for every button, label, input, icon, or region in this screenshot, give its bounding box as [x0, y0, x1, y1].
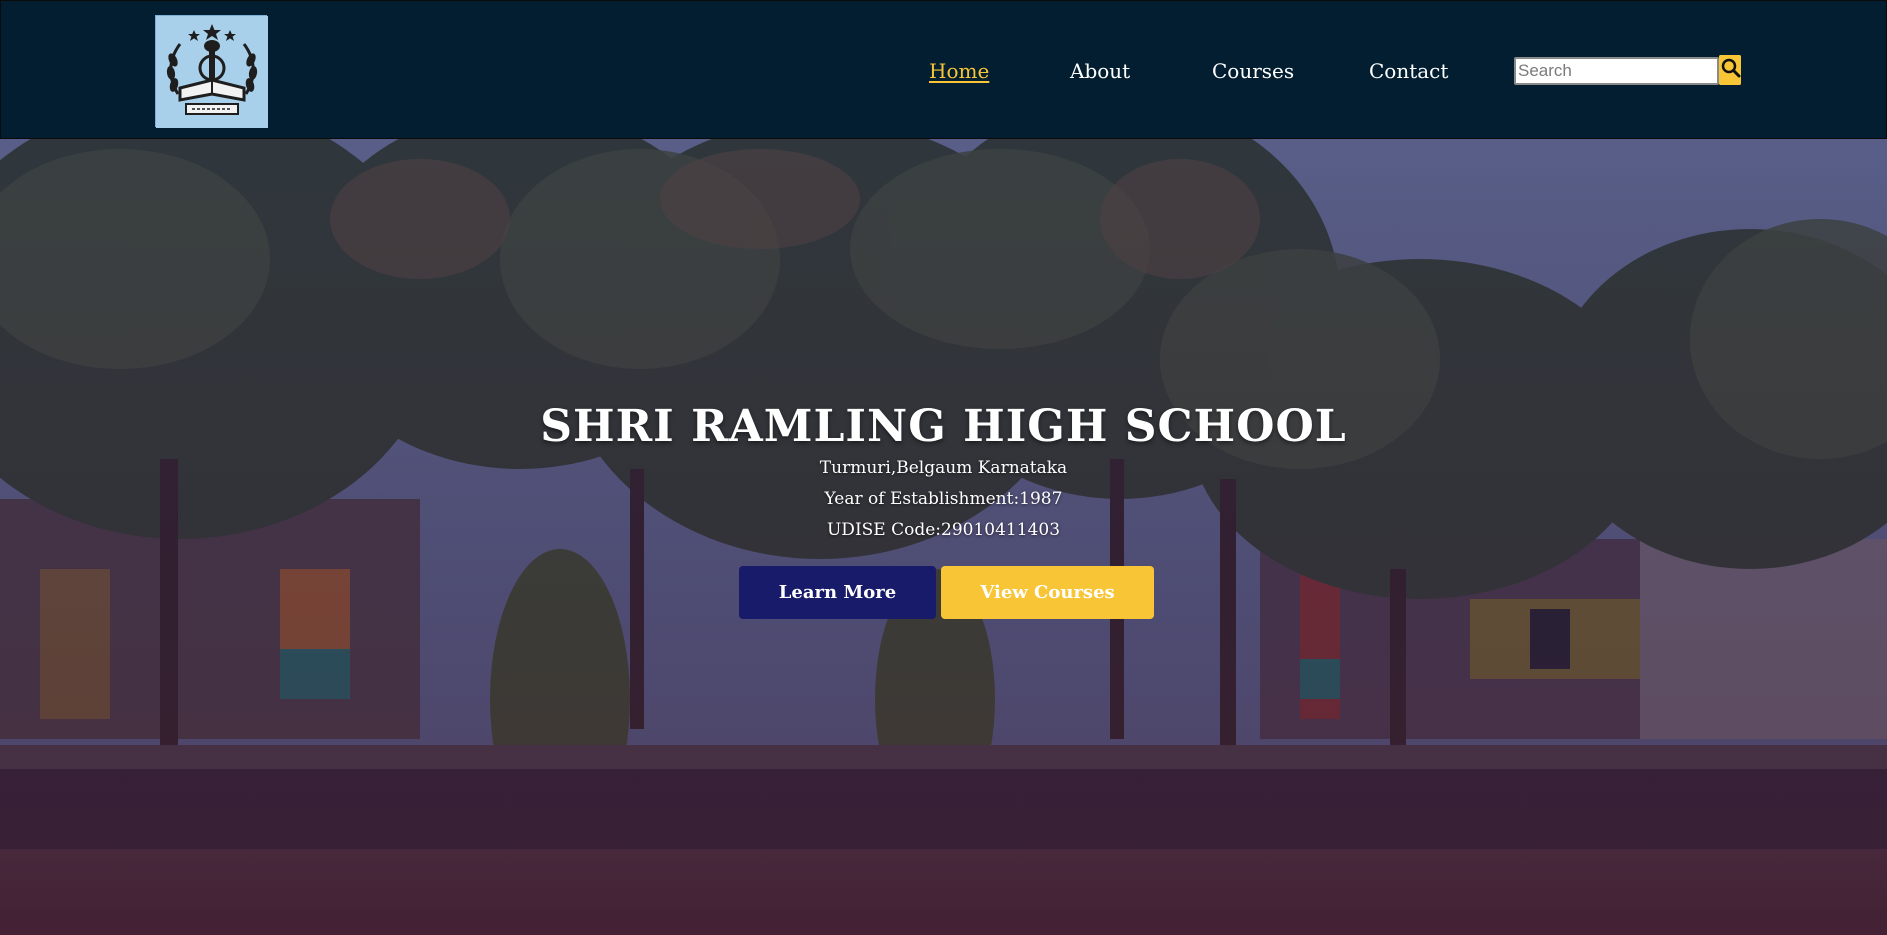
search-box [1514, 55, 1742, 87]
search-button[interactable] [1719, 55, 1741, 85]
navbar: Home About Courses Contact [0, 0, 1887, 139]
school-title: SHRI RAMLING HIGH SCHOOL [540, 401, 1347, 452]
nav-contact-link[interactable]: Contact [1369, 57, 1448, 85]
search-input[interactable] [1514, 57, 1719, 85]
search-icon [1719, 55, 1741, 85]
hero-section: SHRI RAMLING HIGH SCHOOL Turmuri,Belgaum… [0, 139, 1887, 935]
udise-code: UDISE Code:29010411403 [826, 520, 1061, 540]
learn-more-button[interactable]: Learn More [739, 566, 936, 619]
establishment-year: Year of Establishment:1987 [824, 489, 1063, 509]
nav-home-link[interactable]: Home [929, 57, 989, 85]
hero-content: SHRI RAMLING HIGH SCHOOL Turmuri,Belgaum… [0, 401, 1887, 546]
school-location: Turmuri,Belgaum Karnataka [819, 458, 1068, 478]
page: Home About Courses Contact Search SHRI R… [0, 0, 1887, 935]
nav-courses-link[interactable]: Courses [1212, 57, 1294, 85]
nav-about-link[interactable]: About [1070, 57, 1130, 85]
hero-buttons: Learn More View Courses [739, 566, 1159, 620]
view-courses-button[interactable]: View Courses [941, 566, 1154, 619]
